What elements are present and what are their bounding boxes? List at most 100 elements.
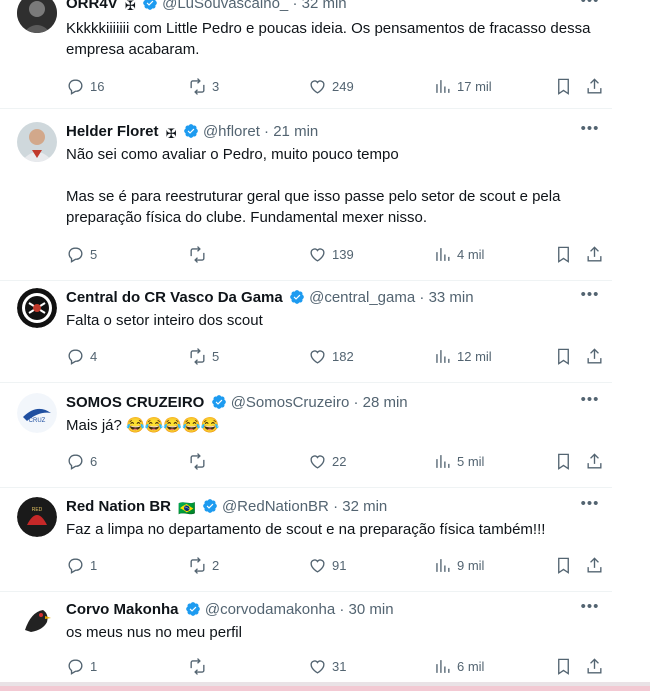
screen-bottom-border <box>0 682 650 691</box>
bookmark-button[interactable] <box>554 244 573 264</box>
avatar[interactable] <box>17 122 57 162</box>
avatar[interactable] <box>17 0 57 33</box>
display-name[interactable]: Helder Floret <box>66 123 159 140</box>
repost-button[interactable]: 3 <box>188 76 219 96</box>
handle[interactable]: @SomosCruzeiro <box>231 394 350 411</box>
views-button[interactable]: 9 mil <box>433 555 484 575</box>
bookmark-icon <box>558 348 569 365</box>
views-icon <box>436 558 450 572</box>
reply-button[interactable]: 4 <box>66 346 97 366</box>
share-icon <box>587 77 602 94</box>
reply-button[interactable]: 5 <box>66 244 97 264</box>
views-count: 5 mil <box>457 453 485 469</box>
avatar[interactable] <box>17 600 57 640</box>
bookmark-button[interactable] <box>554 451 573 471</box>
repost-button[interactable] <box>188 451 212 471</box>
repost-button[interactable]: 2 <box>188 555 219 575</box>
views-count: 9 mil <box>457 557 485 573</box>
share-button[interactable] <box>585 555 604 575</box>
repost-button[interactable]: 5 <box>188 346 219 366</box>
reply-button[interactable]: 1 <box>66 656 97 676</box>
bookmark-button[interactable] <box>554 76 573 96</box>
more-icon[interactable]: ••• <box>576 598 604 620</box>
tweet[interactable]: CRUZ SOMOS CRUZEIRO @SomosCruzeiro · 28 … <box>0 385 612 488</box>
bookmark-button[interactable] <box>554 656 573 676</box>
more-icon[interactable]: ••• <box>576 391 604 413</box>
like-count: 91 <box>332 557 347 573</box>
repost-icon <box>190 347 205 365</box>
repost-icon <box>190 452 205 470</box>
repost-button[interactable] <box>188 244 212 264</box>
avatar[interactable]: RED <box>17 497 57 537</box>
tweet-header: ORR4V ✠ @LuSouvascaino_ · 32 min <box>66 0 572 14</box>
svg-text:RED: RED <box>32 507 43 513</box>
tweet[interactable]: Central do CR Vasco Da Gama @central_gam… <box>0 280 612 383</box>
views-button[interactable]: 12 mil <box>433 346 492 366</box>
like-button[interactable]: 139 <box>308 244 354 264</box>
handle[interactable]: @RedNationBR <box>222 498 329 515</box>
views-button[interactable]: 5 mil <box>433 451 484 471</box>
share-button[interactable] <box>585 244 604 264</box>
display-name[interactable]: SOMOS CRUZEIRO <box>66 394 204 411</box>
views-button[interactable]: 6 mil <box>433 656 484 676</box>
like-icon <box>310 349 325 364</box>
timestamp[interactable]: 30 min <box>349 601 394 618</box>
handle[interactable]: @LuSouvascaino_ <box>162 0 288 12</box>
more-icon[interactable]: ••• <box>576 120 604 142</box>
bookmark-icon <box>558 246 569 263</box>
tweet-text: Não sei como avaliar o Pedro, muito pouc… <box>66 146 561 226</box>
handle[interactable]: @corvodamakonha <box>205 601 335 618</box>
reply-button[interactable]: 1 <box>66 555 97 575</box>
tweet-header: Central do CR Vasco Da Gama @central_gam… <box>66 289 474 306</box>
display-name[interactable]: Corvo Makonha <box>66 601 179 618</box>
like-button[interactable]: 31 <box>308 656 346 676</box>
share-button[interactable] <box>585 346 604 366</box>
display-name[interactable]: Central do CR Vasco Da Gama <box>66 289 283 306</box>
views-icon <box>436 79 450 93</box>
bookmark-button[interactable] <box>554 555 573 575</box>
share-button[interactable] <box>585 451 604 471</box>
views-count: 12 mil <box>457 348 492 364</box>
bookmark-icon <box>558 658 569 675</box>
views-button[interactable]: 4 mil <box>433 244 484 264</box>
display-name[interactable]: Red Nation BR <box>66 498 171 515</box>
more-icon[interactable]: ••• <box>576 286 604 308</box>
tweet-actions: 5 139 4 mil <box>66 244 602 264</box>
reply-button[interactable]: 6 <box>66 451 97 471</box>
avatar[interactable] <box>17 288 57 328</box>
timestamp[interactable]: 21 min <box>273 123 318 140</box>
share-button[interactable] <box>585 76 604 96</box>
more-icon[interactable]: ••• <box>576 0 604 14</box>
share-button[interactable] <box>585 656 604 676</box>
svg-text:CRUZ: CRUZ <box>29 418 46 424</box>
tweet[interactable]: RED Red Nation BR 🇧🇷 @RedNationBR · 32 m… <box>0 489 612 592</box>
like-button[interactable]: 182 <box>308 346 354 366</box>
handle[interactable]: @hfloret <box>203 123 260 140</box>
repost-count: 5 <box>212 348 220 364</box>
timestamp[interactable]: 28 min <box>363 394 408 411</box>
views-button[interactable]: 17 mil <box>433 76 492 96</box>
tweet[interactable]: Corvo Makonha @corvodamakonha · 30 min •… <box>0 592 612 682</box>
repost-icon <box>190 77 205 95</box>
display-name[interactable]: ORR4V <box>66 0 118 12</box>
more-icon[interactable]: ••• <box>576 495 604 517</box>
avatar[interactable]: CRUZ <box>17 393 57 433</box>
like-button[interactable]: 91 <box>308 555 346 575</box>
timestamp[interactable]: 33 min <box>429 289 474 306</box>
handle[interactable]: @central_gama <box>309 289 415 306</box>
repost-button[interactable] <box>188 656 212 676</box>
bookmark-button[interactable] <box>554 346 573 366</box>
timestamp[interactable]: 32 min <box>302 0 347 12</box>
bookmark-icon <box>558 453 569 470</box>
reply-count: 1 <box>90 557 98 573</box>
reply-button[interactable]: 16 <box>66 76 104 96</box>
like-button[interactable]: 22 <box>308 451 346 471</box>
like-count: 182 <box>332 348 354 364</box>
repost-icon <box>190 556 205 574</box>
timeline: ORR4V ✠ @LuSouvascaino_ · 32 min ••• Kkk… <box>0 0 612 682</box>
tweet[interactable]: Helder Floret ✠ @hfloret · 21 min ••• Nã… <box>0 114 612 281</box>
timestamp[interactable]: 32 min <box>342 498 387 515</box>
tweet[interactable]: ORR4V ✠ @LuSouvascaino_ · 32 min ••• Kkk… <box>0 0 612 109</box>
reply-count: 6 <box>90 453 98 469</box>
like-button[interactable]: 249 <box>308 76 354 96</box>
